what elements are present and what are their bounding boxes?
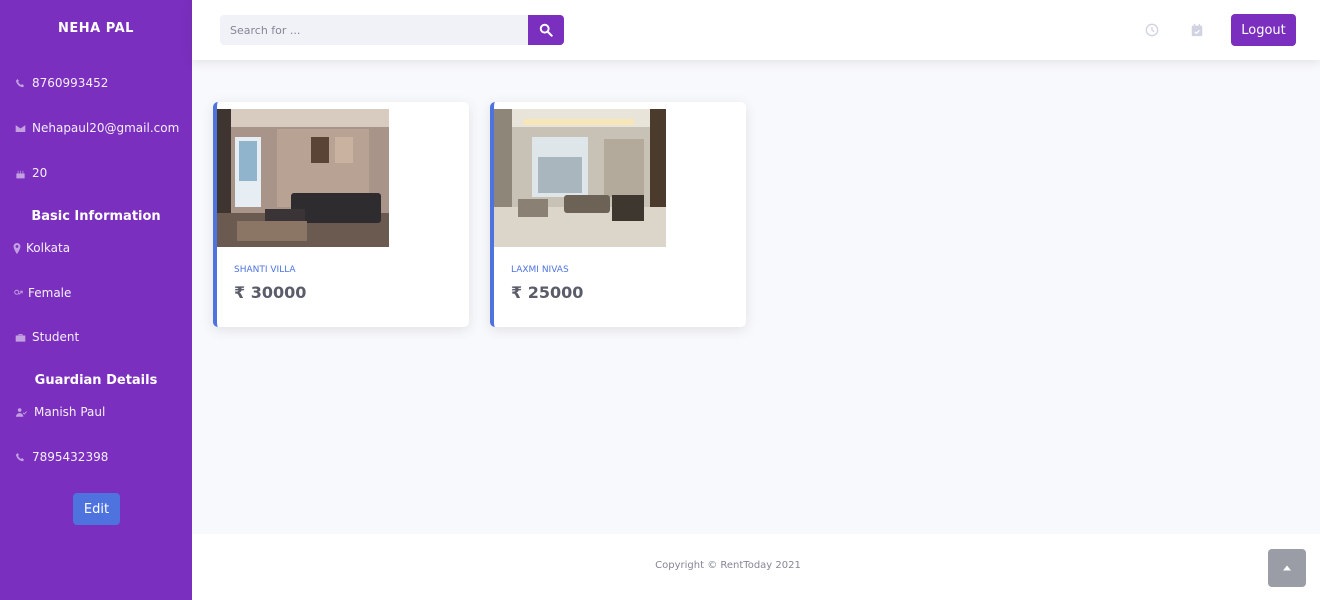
guardian-name-text: Manish Paul <box>34 405 106 419</box>
listing-photo <box>217 109 389 247</box>
venus-icon <box>13 287 23 299</box>
logout-button[interactable]: Logout <box>1231 14 1296 46</box>
topbar: Logout <box>192 0 1320 60</box>
copyright-text: Copyright © RentToday 2021 <box>655 560 801 571</box>
envelope-icon <box>14 122 26 134</box>
listing-price: ₹ 25000 <box>511 283 584 302</box>
calendar-icon[interactable] <box>1189 22 1205 38</box>
profile-gender: Female <box>13 286 71 300</box>
profile-occupation: Student <box>14 330 79 344</box>
profile-city: Kolkata <box>13 241 70 255</box>
profile-email: Nehapaul20@gmail.com <box>14 121 179 135</box>
listing-card[interactable]: SHANTI VILLA ₹ 30000 <box>213 102 469 327</box>
search-button[interactable] <box>528 15 564 45</box>
edit-button[interactable]: Edit <box>73 493 120 525</box>
sidebar: NEHA PAL 8760993452 Nehapaul20@gmail.com… <box>0 0 192 600</box>
listing-price: ₹ 30000 <box>234 283 307 302</box>
footer: Copyright © RentToday 2021 <box>192 534 1320 600</box>
search-bar <box>220 15 564 45</box>
chevron-up-icon <box>1282 563 1292 573</box>
profile-name: NEHA PAL <box>58 21 134 36</box>
profile-city-text: Kolkata <box>26 241 71 255</box>
user-check-icon <box>14 406 28 418</box>
profile-phone: 8760993452 <box>14 76 108 90</box>
guardian-details-heading: Guardian Details <box>34 373 158 388</box>
search-input[interactable] <box>220 15 528 45</box>
scroll-to-top-button[interactable] <box>1268 549 1306 587</box>
profile-gender-text: Female <box>28 286 72 300</box>
briefcase-icon <box>14 331 26 343</box>
phone-icon <box>14 77 26 89</box>
listing-card[interactable]: LAXMI NIVAS ₹ 25000 <box>490 102 746 327</box>
profile-phone-text: 8760993452 <box>32 76 109 90</box>
guardian-name: Manish Paul <box>14 405 105 419</box>
listing-photo <box>494 109 666 247</box>
history-icon[interactable] <box>1144 22 1160 38</box>
profile-age-text: 20 <box>32 166 48 180</box>
basic-information-heading: Basic Information <box>31 209 161 224</box>
listing-name[interactable]: SHANTI VILLA <box>234 265 296 275</box>
phone-icon <box>14 451 26 463</box>
profile-email-text: Nehapaul20@gmail.com <box>32 121 180 135</box>
profile-occupation-text: Student <box>32 330 80 344</box>
profile-age: 20 <box>14 166 47 180</box>
map-marker-icon <box>13 242 21 254</box>
search-icon <box>539 23 553 37</box>
guardian-phone-text: 7895432398 <box>32 450 109 464</box>
birthday-cake-icon <box>14 167 26 179</box>
listing-name[interactable]: LAXMI NIVAS <box>511 265 569 275</box>
guardian-phone: 7895432398 <box>14 450 108 464</box>
